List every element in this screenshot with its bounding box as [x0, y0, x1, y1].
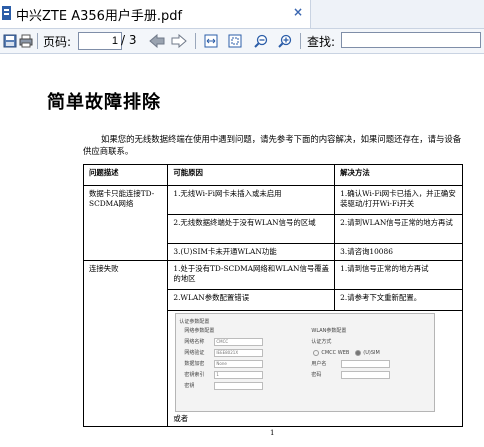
save-icon [3, 34, 17, 48]
page-number-input[interactable] [78, 32, 122, 50]
radio-icon [313, 349, 320, 356]
cause-cell: 1.处于没有TD-SCDMA网络和WLAN信号覆盖的地区 [167, 260, 336, 290]
network-auth-row: 网络验证 IEEE8021X [184, 347, 264, 358]
document-icon [2, 6, 11, 20]
solution-cell: 1.确认Wi-Fi网卡已插入，并正确安装驱动/打开Wi-Fi开关 [334, 185, 463, 215]
header-cause: 可能原因 [167, 164, 336, 186]
intro-paragraph: 如果您的无线数据终端在使用中遇到问题，请先参考下面的内容解决，如果问题还存在，请… [83, 134, 462, 156]
close-tab-button[interactable]: × [293, 5, 303, 19]
zoom-in-icon [278, 34, 292, 48]
key-row: 密钥 [184, 380, 264, 391]
problem-cell: 数据卡只能连接TD-SCDMA网络 [82, 185, 169, 261]
solution-cell: 1.请到信号正常的地方再试 [334, 260, 463, 290]
cause-cell: 2.WLAN参数配置错误 [167, 289, 336, 311]
solution-cell: 2.请参考下文重新配置。 [334, 289, 463, 311]
tab-title: 中兴ZTE A356用户手册.pdf [16, 9, 183, 24]
network-config-section: 网络参数配置 网络名称 CMCC 网络验证 IEEE8021X 数据加密 None 密… [184, 325, 264, 391]
zoom-in-button[interactable] [276, 29, 294, 53]
section-title: WLAN参数配置 [311, 327, 347, 334]
toolbar-divider [195, 33, 196, 49]
next-page-button[interactable] [170, 29, 188, 53]
cause-cell: 2.无线数据终端处于没有WLAN信号的区域 [167, 214, 336, 244]
fit-page-button[interactable] [226, 29, 244, 53]
document-page: 简单故障排除 如果您的无线数据终端在使用中遇到问题，请先参考下面的内容解决，如果… [0, 54, 484, 447]
arrow-left-icon [149, 34, 165, 48]
or-text: 或者 [173, 414, 189, 423]
title-bar: 中兴ZTE A356用户手册.pdf × [0, 0, 484, 29]
auth-method-label: 认证方式 [311, 338, 332, 345]
password-row: 密码 [311, 369, 391, 380]
toolbar-divider [300, 33, 301, 49]
config-screenshot: 认证参数配置 网络参数配置 网络名称 CMCC 网络验证 IEEE8021X 数据加… [175, 313, 436, 412]
toolbar-divider [37, 33, 38, 49]
header-problem: 问题描述 [82, 164, 169, 186]
username-row: 用户名 [311, 358, 391, 369]
zoom-out-icon [254, 34, 268, 48]
arrow-right-icon [171, 34, 187, 48]
auth-options: CMCC WEB (U)SIM [311, 347, 390, 358]
page-label: 页码: [43, 35, 72, 49]
toolbar: 页码: / 3 [0, 29, 484, 54]
problem-cell: 连接失败 [82, 260, 169, 427]
header-solution: 解决方法 [334, 164, 463, 186]
section-heading: 简单故障排除 [47, 92, 161, 113]
troubleshooting-table: 问题描述 可能原因 解决方法 数据卡只能连接TD-SCDMA网络 1.无线Wi-… [82, 164, 463, 427]
radio-icon [355, 349, 362, 356]
table-row: 数据卡只能连接TD-SCDMA网络 1.无线Wi-Fi网卡未插入或未启用 1.确… [82, 185, 463, 261]
find-label: 查找: [307, 35, 336, 49]
total-pages: / 3 [121, 33, 137, 47]
page-number: 1 [270, 429, 275, 437]
section-title: 网络参数配置 [184, 327, 215, 334]
solution-cell: 3.请咨询10086 [334, 243, 463, 261]
wlan-config-section: WLAN参数配置 认证方式 CMCC WEB (U)SIM 用户名 密码 [311, 325, 391, 380]
table-row: 连接失败 1.处于没有TD-SCDMA网络和WLAN信号覆盖的地区 1.请到信号… [82, 260, 463, 427]
screenshot-cell: 认证参数配置 网络参数配置 网络名称 CMCC 网络验证 IEEE8021X 数据加… [167, 310, 463, 427]
fit-page-icon [228, 34, 242, 48]
document-tab[interactable]: 中兴ZTE A356用户手册.pdf × [0, 0, 311, 28]
fit-width-button[interactable] [202, 29, 220, 53]
print-icon [19, 34, 33, 48]
cause-cell: 1.无线Wi-Fi网卡未插入或未启用 [167, 185, 336, 215]
cause-cell: 3.(U)SIM卡未开通WLAN功能 [167, 243, 336, 261]
encryption-row: 数据加密 None [184, 358, 264, 369]
network-name-row: 网络名称 CMCC [184, 336, 264, 347]
fit-width-icon [204, 34, 218, 48]
previous-page-button[interactable] [148, 29, 166, 53]
save-button[interactable] [2, 29, 18, 53]
zoom-out-button[interactable] [252, 29, 270, 53]
solution-cell: 2.请到WLAN信号正常的地方再试 [334, 214, 463, 244]
key-index-row: 密钥索引 1 [184, 369, 264, 380]
print-button[interactable] [18, 29, 34, 53]
table-header-row: 问题描述 可能原因 解决方法 [82, 164, 463, 186]
find-input[interactable] [341, 32, 481, 48]
